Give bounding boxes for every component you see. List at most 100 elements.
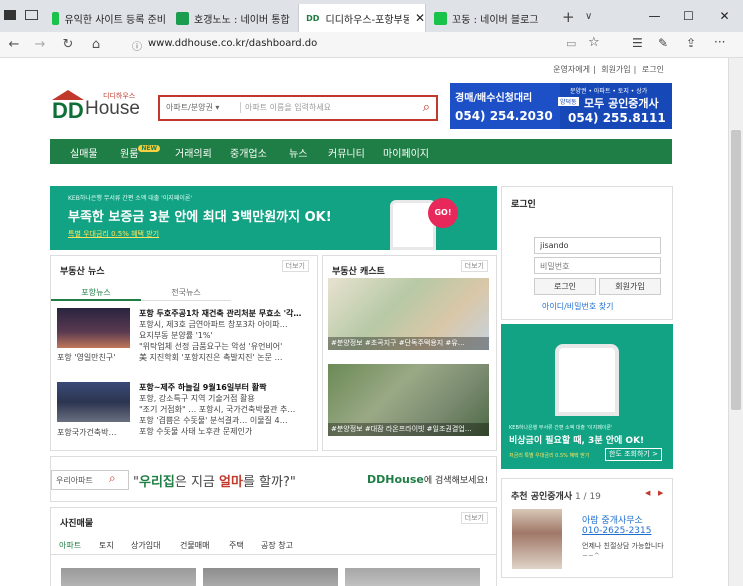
new-tab-button[interactable]: + — [562, 8, 575, 26]
more-menu-icon[interactable]: ··· — [714, 35, 725, 49]
news-headline[interactable]: 포항~제주 하늘길 9월16일부터 활짝 — [139, 382, 311, 393]
cast-aerial-image[interactable]: #분양정보 #대잠 라온프라이빗 #일조권결업… — [328, 364, 489, 436]
url-field[interactable]: www.ddhouse.co.kr/dashboard.do — [148, 38, 317, 49]
side-loan-ad[interactable]: KEB하나은행 무서류 간편 소액 대출 '이지페이론' 비상금이 필요할 때,… — [501, 324, 673, 469]
search-category-select[interactable]: 아파트/분양권 ▾ — [166, 102, 219, 113]
logo-dd[interactable]: DD — [52, 98, 84, 124]
top-ad-banner[interactable]: 경매/배수신청대리 054) 254.2030 분양권 • 아파트 • 토지 •… — [450, 83, 672, 129]
apt-search-input[interactable]: 우리아파트 — [51, 470, 129, 490]
news-line[interactable]: 포항, 강소특구 지역 기술거점 활용 — [139, 393, 311, 404]
news-headline[interactable]: 포항 두호주공1차 재건축 관리처분 무효소 '각… — [139, 308, 311, 319]
nav-listings[interactable]: 실매물 — [70, 145, 98, 160]
tab-shop-rent[interactable]: 상가임대 — [131, 540, 160, 551]
close-tab-icon[interactable]: ✕ — [415, 11, 425, 25]
realtor-ad-sub: 분양권 • 아파트 • 토지 • 상가 — [570, 88, 648, 95]
login-button[interactable]: 로그인 — [534, 278, 596, 295]
agent-prev-icon[interactable]: ◀ — [645, 489, 650, 497]
blog-favicon-icon — [434, 11, 447, 25]
agent-avatar[interactable] — [512, 509, 562, 569]
photo-thumbnail[interactable] — [203, 568, 338, 586]
news-more-button[interactable]: 더보기 — [281, 260, 309, 272]
notes-pen-icon[interactable]: ✎ — [658, 36, 668, 50]
cast-more-button[interactable]: 더보기 — [460, 260, 488, 272]
news-caption[interactable]: 포항국가건축박… — [57, 427, 133, 438]
photo-title: 사진매물 — [60, 519, 94, 529]
photo-thumbnail[interactable] — [61, 568, 196, 586]
tab-ddhouse[interactable]: DD 디디하우스-포항부동 ✕ — [298, 4, 426, 32]
tab-land[interactable]: 토지 — [99, 540, 114, 551]
contact-admin-link[interactable]: 운영자에게 — [553, 65, 590, 74]
side-ad-button[interactable]: 한도 조회하기 > — [605, 448, 662, 461]
minimize-button[interactable]: — — [638, 0, 671, 32]
news-thumbnail[interactable] — [57, 308, 130, 348]
refresh-button[interactable]: ↻ — [58, 36, 78, 54]
tab-building-sale[interactable]: 건물매매 — [180, 540, 209, 551]
ddhouse-search-cta[interactable]: DDHouse에 검색해보세요! — [367, 473, 488, 486]
nav-agencies[interactable]: 중개업소 — [230, 145, 267, 160]
tab-kkodong[interactable]: 꼬동 : 네이버 블로그 — [430, 4, 556, 32]
news-line[interactable]: 포항 '겹쁨은 수돗물' 분석결과… 이물질 4… — [139, 415, 311, 426]
agent-name[interactable]: 아람 중개사무소 — [582, 513, 643, 526]
photo-listing-panel: 사진매물 더보기 아파트 토지 상가임대 건물매매 주택 공장 창고 — [50, 507, 497, 586]
user-id-field[interactable]: jisando — [534, 237, 661, 254]
logo-house[interactable]: House — [85, 98, 140, 120]
nav-community[interactable]: 커뮤니티 — [328, 145, 365, 160]
loan-banner[interactable]: KEB하나은행 무서류 간편 소액 대출 '이지페이론' 부족한 보증금 3분 … — [50, 186, 497, 250]
news-line[interactable]: 美 지진학회 '포항지진은 촉발지진' 논문 … — [139, 352, 311, 363]
news-line[interactable]: 요지부동 분양률 '1%' — [139, 330, 311, 341]
hogang-favicon-icon — [176, 11, 189, 25]
login-link[interactable]: 로그인 — [642, 65, 664, 74]
join-button[interactable]: 회원가입 — [599, 278, 661, 295]
news-thumbnail[interactable] — [57, 382, 130, 422]
news-line[interactable]: "위탁업체 선정 금품요구는 악성 '유언비어' — [139, 341, 311, 352]
news-line[interactable]: 포항시, 제3호 금연아파트 창포3차 아이파… — [139, 319, 311, 330]
tab-pohang-news[interactable]: 포항뉴스 — [51, 284, 141, 301]
tab-factory[interactable]: 공장 창고 — [261, 540, 293, 551]
tab-hogang[interactable]: 호갱노노 : 네이버 통합 — [172, 4, 294, 32]
apt-search-icon[interactable]: ⌕ — [109, 471, 116, 486]
tab-actions-icon[interactable] — [4, 10, 16, 20]
reading-view-icon[interactable]: ▭ — [566, 37, 576, 50]
news-line[interactable]: 포항 수돗물 사태 노후관 문제인가 — [139, 426, 311, 437]
auction-ad-title: 경매/배수신청대리 — [455, 93, 533, 104]
nav-news[interactable]: 뉴스 — [289, 145, 307, 160]
news-caption[interactable]: 포항 '영일만친구' — [57, 352, 133, 363]
back-button[interactable]: ← — [4, 36, 24, 54]
site-info-icon[interactable]: ⓘ — [132, 38, 142, 53]
photo-thumbnail[interactable] — [345, 568, 480, 586]
share-icon[interactable]: ⇪ — [686, 36, 696, 50]
tab-preview-icon[interactable] — [25, 10, 38, 20]
tab-apartment[interactable]: 아파트 — [59, 540, 81, 551]
vertical-scrollbar[interactable] — [728, 58, 743, 586]
maximize-button[interactable]: ☐ — [672, 0, 705, 32]
tab-house[interactable]: 주택 — [229, 540, 244, 551]
nav-request[interactable]: 거래의뢰 — [175, 145, 212, 160]
news-line[interactable]: "조기 거점화" … 포항시, 국가건축박물관 추… — [139, 404, 311, 415]
nav-oneroom[interactable]: 원룸NEW — [120, 145, 161, 160]
scrollbar-thumb[interactable] — [731, 130, 741, 410]
signup-link[interactable]: 회원가입 — [601, 65, 630, 74]
login-panel: 로그인 jisando 비밀번호 로그인 회원가입 아이디/비밀번호 찾기 — [501, 186, 673, 320]
home-icon[interactable]: ⌂ — [86, 36, 106, 54]
nav-mypage[interactable]: 마이페이지 — [383, 145, 429, 160]
photo-more-button[interactable]: 더보기 — [460, 512, 488, 524]
tab-national-news[interactable]: 전국뉴스 — [141, 284, 231, 301]
address-bar: ← → ↻ ⌂ ⓘ www.ddhouse.co.kr/dashboard.do… — [0, 32, 743, 58]
close-window-button[interactable]: ✕ — [708, 0, 741, 32]
password-field[interactable]: 비밀번호 — [534, 257, 661, 274]
agent-extra: ~~^ — [582, 552, 600, 560]
agent-next-icon[interactable]: ▶ — [658, 489, 663, 497]
cast-map-image[interactable]: #분양정보 #초곡지구 #단독주택용지 #유… — [328, 278, 489, 350]
browser-tab-bar: 유익한 사이트 등록 준비 호갱노노 : 네이버 통합 DD 디디하우스-포항부… — [0, 0, 743, 32]
forward-button[interactable]: → — [30, 36, 50, 54]
search-icon[interactable]: ⌕ — [423, 100, 430, 115]
search-input[interactable]: 아파트 이름을 입력하세요 — [240, 102, 331, 113]
favorites-hub-icon[interactable]: ☰ — [632, 36, 643, 50]
find-account-link[interactable]: 아이디/비밀번호 찾기 — [542, 301, 613, 312]
price-search-banner: 우리아파트 ⌕ "우리집은 지금 얼마를 할까?" DDHouse에 검색해보세… — [50, 456, 497, 502]
favorite-star-icon[interactable]: ☆ — [588, 35, 600, 50]
agent-phone[interactable]: 010-2625-2315 — [582, 526, 651, 536]
realtor-ad-title: 모두 공인중개사 — [584, 97, 659, 110]
tab-useful-sites[interactable]: 유익한 사이트 등록 준비 — [48, 4, 166, 32]
tab-list-button[interactable]: ∨ — [585, 11, 592, 22]
